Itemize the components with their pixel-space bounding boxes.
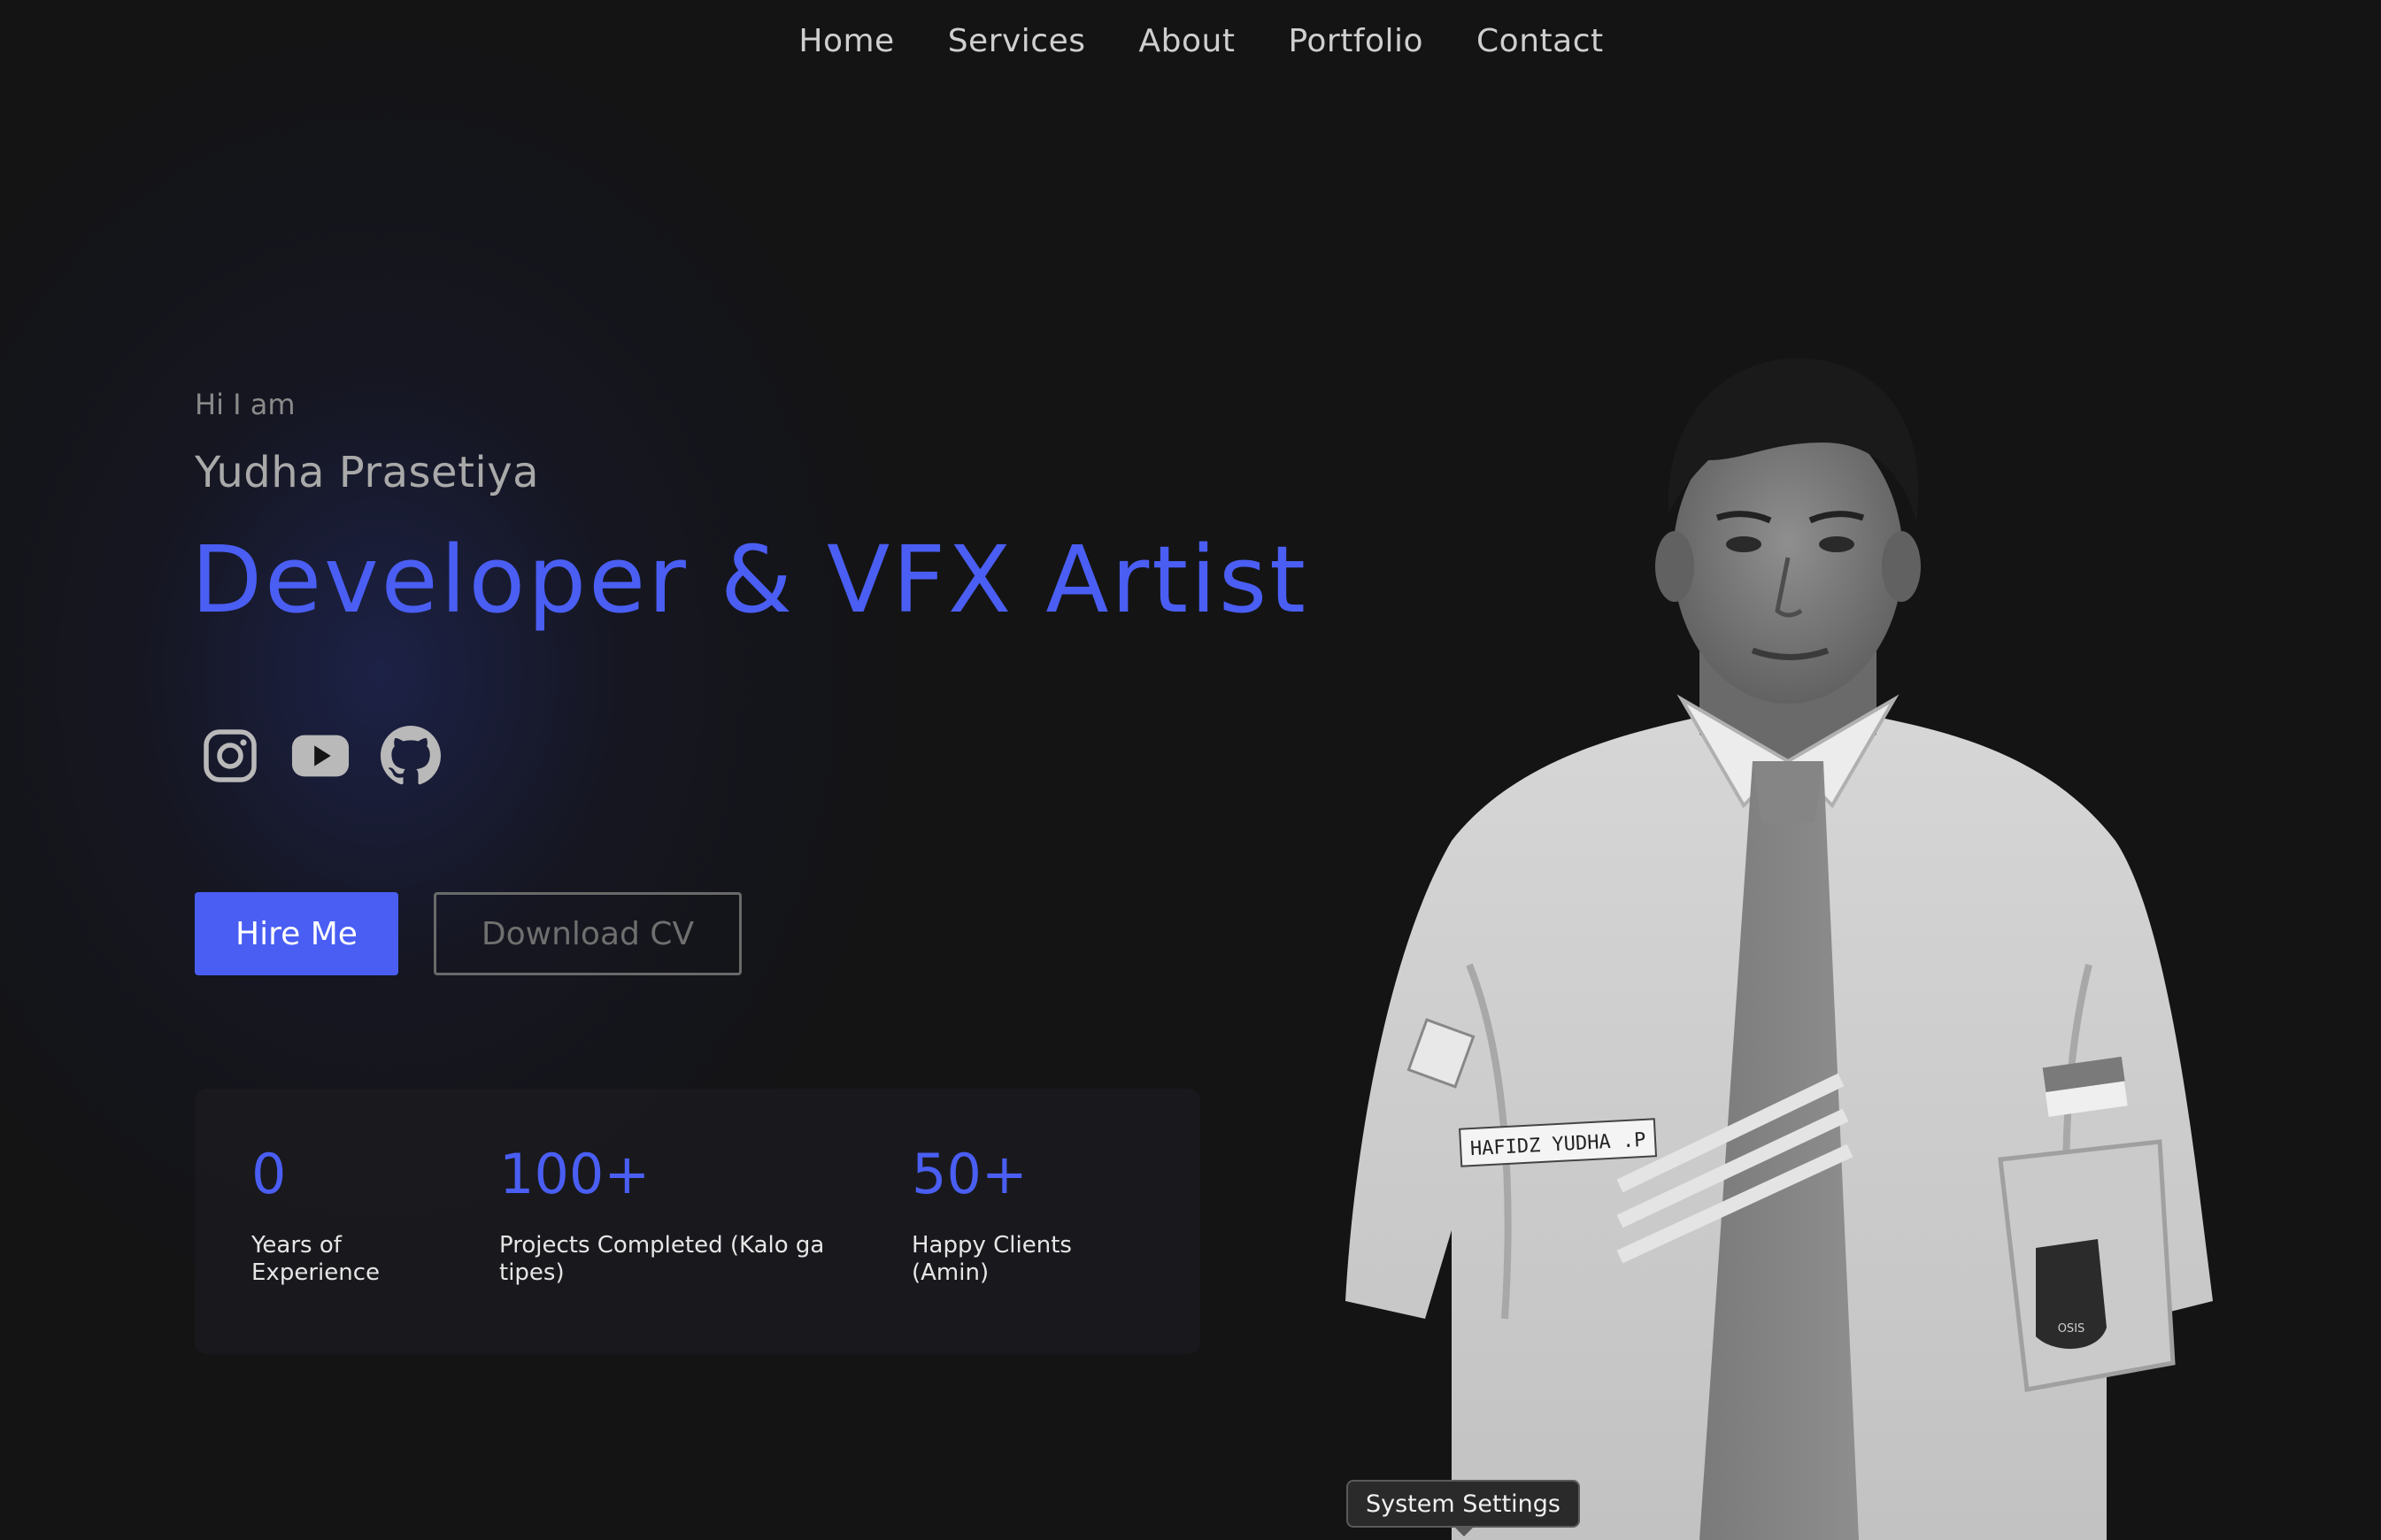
download-cv-button[interactable]: Download CV: [434, 892, 742, 975]
nav-portfolio[interactable]: Portfolio: [1288, 23, 1423, 59]
stat-clients: 50+ Happy Clients (Amin): [912, 1147, 1106, 1287]
nav-about[interactable]: About: [1139, 23, 1236, 59]
stat-label: Happy Clients (Amin): [912, 1232, 1072, 1286]
profile-photo: HAFIDZ YUDHA .P OSIS: [1345, 358, 2213, 1540]
system-settings-tooltip: System Settings: [1346, 1480, 1580, 1528]
stat-value: 50+: [912, 1142, 1028, 1206]
stat-value: 0: [251, 1142, 287, 1206]
social-links: [200, 726, 441, 786]
tooltip-arrow: [1453, 1526, 1475, 1536]
hero-name: Yudha Prasetiya: [195, 448, 540, 497]
nav-home[interactable]: Home: [798, 23, 894, 59]
stat-experience: 0 Years of Experience: [251, 1147, 411, 1287]
stat-value: 100+: [499, 1142, 651, 1206]
instagram-icon[interactable]: [200, 726, 260, 786]
nav-services[interactable]: Services: [948, 23, 1086, 59]
hero-role: Developer & VFX Artist: [191, 526, 1308, 634]
stat-label: Projects Completed (Kalo ga tipes): [499, 1232, 825, 1286]
stats-panel: 0 Years of Experience 100+ Projects Comp…: [195, 1089, 1200, 1354]
github-icon[interactable]: [381, 726, 441, 786]
page: Home Services About Portfolio Contact Hi…: [0, 0, 2381, 1540]
osis-emblem-text: OSIS: [2058, 1322, 2085, 1336]
stat-label: Years of Experience: [251, 1232, 380, 1286]
stat-projects: 100+ Projects Completed (Kalo ga tipes): [499, 1147, 836, 1287]
hero-greeting: Hi I am: [195, 388, 296, 421]
nav-contact[interactable]: Contact: [1476, 23, 1604, 59]
hire-me-button[interactable]: Hire Me: [195, 892, 398, 975]
youtube-icon[interactable]: [290, 726, 351, 786]
top-nav: Home Services About Portfolio Contact: [11, 23, 2381, 59]
